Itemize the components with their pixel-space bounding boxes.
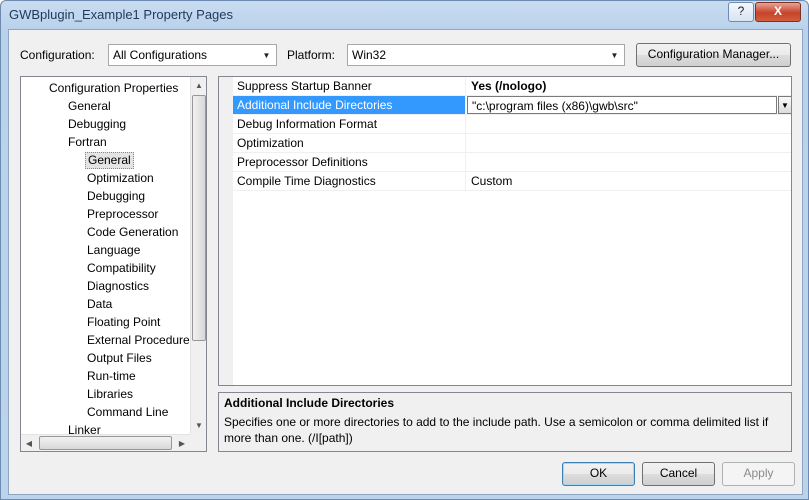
property-name[interactable]: Suppress Startup Banner [233, 77, 466, 95]
scroll-thumb[interactable] [192, 95, 206, 341]
scroll-right-icon[interactable]: ▶ [174, 435, 190, 451]
scroll-down-icon[interactable]: ▼ [191, 417, 206, 434]
scrollbar-corner [190, 434, 206, 451]
chevron-down-icon: ▼ [610, 50, 619, 60]
tree-item[interactable]: Preprocessor [85, 206, 160, 223]
configuration-dropdown[interactable]: All Configurations ▼ [108, 44, 277, 66]
category-tree[interactable]: Configuration Properties General Debugging… [20, 76, 207, 452]
configuration-value: All Configurations [113, 48, 208, 62]
platform-dropdown[interactable]: Win32 ▼ [347, 44, 625, 66]
tree-item[interactable]: External Procedures [85, 332, 198, 349]
dialog-client-area: Configuration: All Configurations ▼ Plat… [8, 29, 803, 495]
property-value-input[interactable]: "c:\program files (x86)\gwb\src" [467, 96, 777, 114]
value-dropdown-icon[interactable]: ▼ [778, 96, 791, 114]
tree-item[interactable]: Configuration Properties [47, 80, 180, 97]
tree-item[interactable]: Command Line [85, 404, 170, 421]
property-value[interactable] [467, 153, 791, 171]
platform-label: Platform: [287, 48, 336, 62]
tree-item[interactable]: Run-time [85, 368, 138, 385]
configuration-manager-button[interactable]: Configuration Manager... [636, 43, 791, 67]
grid-margin [219, 77, 233, 385]
property-row[interactable]: Preprocessor Definitions [233, 153, 791, 172]
tree-item[interactable]: Diagnostics [85, 278, 151, 295]
tree-vertical-scrollbar[interactable]: ▲ ▼ [190, 77, 206, 434]
chevron-down-icon: ▼ [262, 50, 271, 60]
property-name[interactable]: Additional Include Directories [233, 96, 466, 114]
tree-horizontal-scrollbar[interactable]: ◀ ▶ [21, 434, 190, 451]
property-name[interactable]: Debug Information Format [233, 115, 466, 133]
tree-item[interactable]: Debugging [85, 188, 147, 205]
property-name[interactable]: Preprocessor Definitions [233, 153, 466, 171]
property-name[interactable]: Optimization [233, 134, 466, 152]
tree-item[interactable]: Floating Point [85, 314, 162, 331]
property-grid[interactable]: Suppress Startup Banner Yes (/nologo) Addi… [218, 76, 792, 386]
tree-item[interactable]: Optimization [85, 170, 156, 187]
window-title: GWBplugin_Example1 Property Pages [9, 7, 234, 22]
ok-button[interactable]: OK [562, 462, 635, 486]
close-button[interactable]: X [755, 2, 801, 22]
tree-item[interactable]: Code Generation [85, 224, 180, 241]
description-panel: Additional Include Directories Specifies… [218, 392, 792, 452]
property-row[interactable]: Suppress Startup Banner Yes (/nologo) [233, 77, 791, 96]
tree-item[interactable]: Fortran [66, 134, 109, 151]
property-name[interactable]: Compile Time Diagnostics [233, 172, 466, 190]
tree-item[interactable]: Debugging [66, 116, 128, 133]
description-title: Additional Include Directories [224, 396, 395, 410]
tree-item[interactable]: Compatibility [85, 260, 158, 277]
description-text: Specifies one or more directories to add… [224, 415, 769, 445]
property-pages-window: GWBplugin_Example1 Property Pages ? X Co… [0, 0, 809, 500]
help-button[interactable]: ? [728, 2, 754, 22]
property-value[interactable]: Yes (/nologo) [467, 77, 791, 95]
cancel-button[interactable]: Cancel [642, 462, 715, 486]
tree-item[interactable]: General [85, 152, 134, 169]
tree-item[interactable]: Language [85, 242, 142, 259]
scroll-thumb[interactable] [39, 436, 172, 450]
tree-item[interactable]: Libraries [85, 386, 135, 403]
platform-value: Win32 [352, 48, 387, 62]
tree-item[interactable]: Data [85, 296, 114, 313]
tree-item[interactable]: Output Files [85, 350, 154, 367]
scroll-left-icon[interactable]: ◀ [21, 435, 37, 451]
configuration-label: Configuration: [20, 48, 95, 62]
property-value[interactable]: Custom [467, 172, 791, 190]
title-bar[interactable]: GWBplugin_Example1 Property Pages ? X [1, 1, 808, 29]
property-row[interactable]: Optimization [233, 134, 791, 153]
apply-button[interactable]: Apply [722, 462, 795, 486]
tree-item[interactable]: General [66, 98, 113, 115]
property-row[interactable]: Additional Include Directories "c:\progra… [233, 96, 791, 115]
scroll-up-icon[interactable]: ▲ [191, 77, 206, 94]
property-value[interactable] [467, 134, 791, 152]
property-value[interactable] [467, 115, 791, 133]
property-row[interactable]: Debug Information Format [233, 115, 791, 134]
property-row[interactable]: Compile Time Diagnostics Custom [233, 172, 791, 191]
